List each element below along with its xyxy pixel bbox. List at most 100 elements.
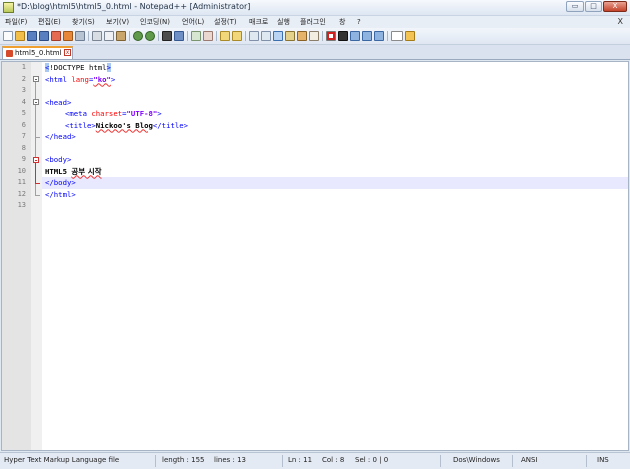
tab-html5-0[interactable]: html5_0.html x xyxy=(2,46,73,59)
playback-icon[interactable] xyxy=(350,31,360,41)
charset-attr: charset xyxy=(91,109,123,118)
stop-recording-icon[interactable] xyxy=(338,31,348,41)
menu-edit[interactable]: 편집(E) xyxy=(38,16,61,28)
title-text: Nickoo's Blog xyxy=(95,120,153,130)
code-line-5: <meta charset="UTF-8"> xyxy=(65,108,162,120)
fold-line-active xyxy=(35,163,36,183)
line-number: 7 xyxy=(21,132,26,140)
code-line-9: <body> xyxy=(45,154,71,166)
code-line-11: </body> xyxy=(45,177,76,189)
status-language: Hyper Text Markup Language file xyxy=(4,456,120,464)
line-number: 2 xyxy=(21,74,26,83)
menu-help[interactable]: ? xyxy=(357,16,361,28)
status-ln: Ln : 11 xyxy=(288,456,313,464)
run-macro-multiple-icon[interactable] xyxy=(362,31,372,41)
editor[interactable]: 1 2 3 4 5 6 7 8 9 10 11 12 13 <!DOCTYPE … xyxy=(1,61,629,451)
charset-value: "UTF-8" xyxy=(126,109,158,118)
body-text-korean: 공부 시작 xyxy=(71,166,102,176)
new-file-icon[interactable] xyxy=(3,31,13,41)
status-eol: Dos\Windows xyxy=(453,456,500,464)
code-line-12: </html> xyxy=(45,189,76,201)
maximize-button[interactable]: □ xyxy=(585,1,602,12)
line-number: 3 xyxy=(21,86,26,94)
tag-end: > xyxy=(110,74,116,84)
menu-search[interactable]: 찾기(S) xyxy=(72,16,95,28)
record-macro-icon[interactable] xyxy=(326,31,336,41)
fold-toggle-head[interactable] xyxy=(33,99,39,105)
close-all-icon[interactable] xyxy=(63,31,73,41)
line-number: 11 xyxy=(17,178,26,186)
sync-vertical-icon[interactable] xyxy=(220,31,230,41)
plugin-icon[interactable] xyxy=(405,31,415,41)
close-file-icon[interactable] xyxy=(51,31,61,41)
fold-margin xyxy=(31,62,42,450)
html-tag: <html xyxy=(45,74,72,84)
body-close-tag: </body> xyxy=(45,178,76,187)
menu-plugins[interactable]: 플러그인 xyxy=(300,16,326,28)
fold-end xyxy=(35,195,40,196)
lang-value: "ko" xyxy=(93,74,111,84)
save-all-icon[interactable] xyxy=(39,31,49,41)
replace-icon[interactable] xyxy=(174,31,184,41)
spell-check-icon[interactable] xyxy=(391,31,403,41)
window-title: *D:\blog\html5\html5_0.html - Notepad++ … xyxy=(17,2,251,11)
status-col: Col : 8 xyxy=(322,456,345,464)
lang-attr: lang xyxy=(71,74,89,84)
menu-language[interactable]: 언어(L) xyxy=(182,16,204,28)
title-close-tag: </title> xyxy=(152,120,189,130)
line-number-gutter: 1 2 3 4 5 6 7 8 9 10 11 12 13 xyxy=(2,62,31,450)
code-line-7: </head> xyxy=(45,131,76,143)
current-line-highlight xyxy=(42,177,628,189)
save-icon[interactable] xyxy=(27,31,37,41)
menu-macro[interactable]: 매크로 xyxy=(249,16,268,28)
line-number: 10 xyxy=(17,166,26,175)
menu-file[interactable]: 파일(F) xyxy=(5,16,27,28)
menu-bar: 파일(F) 편집(E) 찾기(S) 보기(V) 인코딩(N) 언어(L) 설정(… xyxy=(0,16,630,28)
title-open-tag: <title> xyxy=(65,120,96,130)
find-icon[interactable] xyxy=(162,31,172,41)
zoom-out-icon[interactable] xyxy=(203,31,213,41)
line-number: 8 xyxy=(21,143,26,152)
line-number: 5 xyxy=(21,109,26,117)
meta-tag: <meta xyxy=(65,109,92,118)
line-number: 1 xyxy=(21,63,26,71)
close-document-icon[interactable]: X xyxy=(618,16,623,28)
status-encoding: ANSI xyxy=(521,456,538,464)
tab-close-icon[interactable]: x xyxy=(64,49,71,56)
menu-encoding[interactable]: 인코딩(N) xyxy=(140,16,170,28)
menu-view[interactable]: 보기(V) xyxy=(106,16,129,28)
open-file-icon[interactable] xyxy=(15,31,25,41)
head-open-tag: <head> xyxy=(45,97,72,107)
paste-icon[interactable] xyxy=(116,31,126,41)
show-all-characters-icon[interactable] xyxy=(261,31,271,41)
sync-horizontal-icon[interactable] xyxy=(232,31,242,41)
title-bar: *D:\blog\html5\html5_0.html - Notepad++ … xyxy=(0,0,630,16)
word-wrap-icon[interactable] xyxy=(249,31,259,41)
menu-settings[interactable]: 설정(T) xyxy=(214,16,237,28)
code-line-2: <html lang="ko"> xyxy=(45,74,115,86)
user-language-icon[interactable] xyxy=(285,31,295,41)
tab-label: html5_0.html xyxy=(15,49,62,57)
minimize-button[interactable]: ▭ xyxy=(566,1,584,12)
document-map-icon[interactable] xyxy=(297,31,307,41)
fold-toggle-body[interactable] xyxy=(33,157,39,163)
save-macro-icon[interactable] xyxy=(374,31,384,41)
fold-end-active xyxy=(35,183,40,184)
fold-toggle-html[interactable] xyxy=(33,76,39,82)
close-button[interactable]: X xyxy=(603,1,627,12)
body-open-tag: <body> xyxy=(45,155,72,164)
print-icon[interactable] xyxy=(75,31,85,41)
indent-guide-icon[interactable] xyxy=(273,31,283,41)
menu-run[interactable]: 실행 xyxy=(277,16,290,28)
toolbar xyxy=(0,28,630,45)
cut-icon[interactable] xyxy=(92,31,102,41)
copy-icon[interactable] xyxy=(104,31,114,41)
zoom-in-icon[interactable] xyxy=(191,31,201,41)
html-close-tag: </html> xyxy=(45,189,76,199)
tab-bar: html5_0.html x xyxy=(0,45,630,60)
redo-icon[interactable] xyxy=(145,31,155,41)
menu-window[interactable]: 창 xyxy=(339,16,345,28)
code-line-1: <!DOCTYPE html> xyxy=(45,62,111,74)
undo-icon[interactable] xyxy=(133,31,143,41)
function-list-icon[interactable] xyxy=(309,31,319,41)
